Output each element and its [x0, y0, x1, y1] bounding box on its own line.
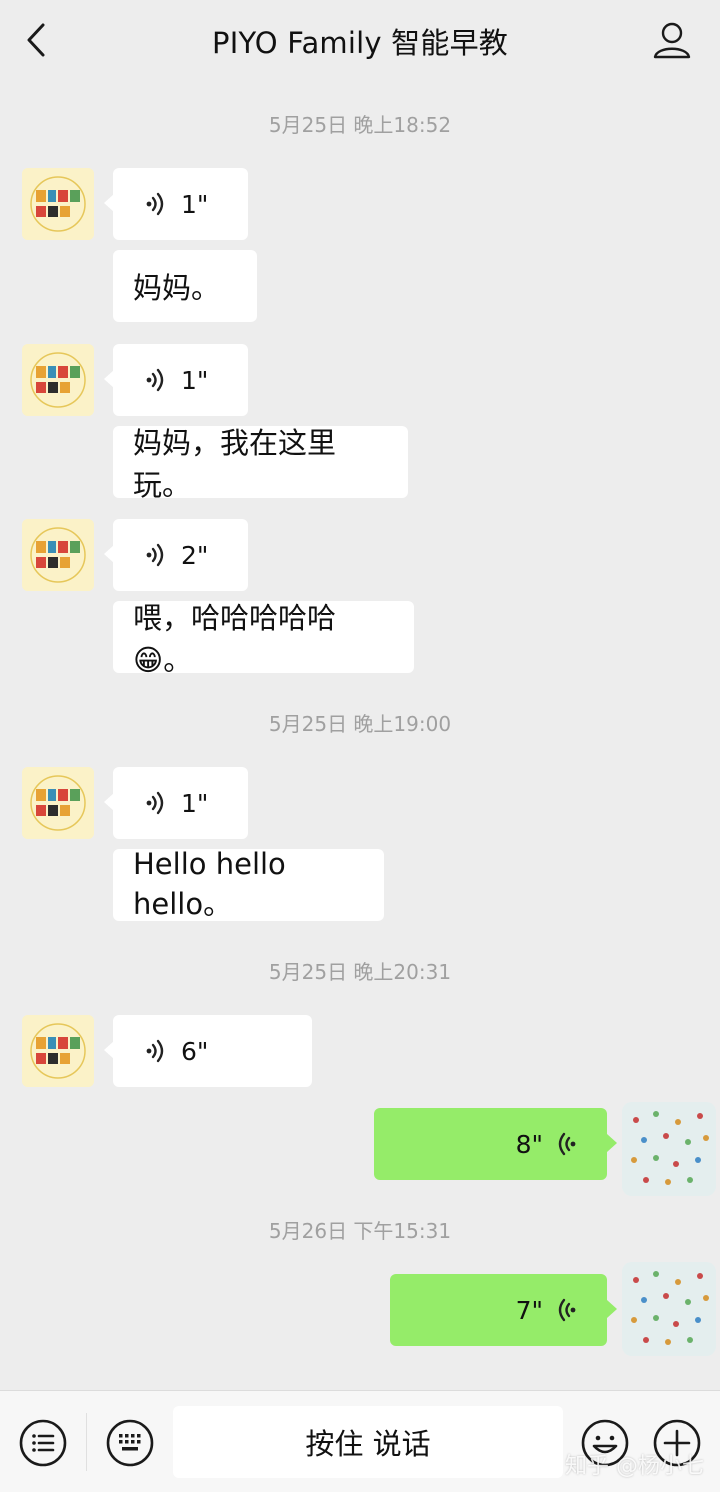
piyo-logo-icon	[22, 344, 94, 416]
list-icon	[19, 1419, 67, 1467]
timestamp: 5月25日 晚上18:52	[268, 113, 452, 137]
chat-info-button[interactable]	[650, 18, 694, 62]
voice-wave-icon	[146, 192, 164, 216]
my-avatar[interactable]	[622, 1262, 716, 1356]
keyboard-toggle-button[interactable]	[105, 1418, 155, 1468]
message-text: 妈妈，我在这里玩。	[133, 426, 337, 502]
voice-duration: 1"	[181, 788, 209, 818]
voice-wave-icon	[146, 791, 164, 815]
hold-to-talk-button[interactable]: 按住 说话	[173, 1406, 563, 1478]
chevron-left-icon	[27, 23, 45, 57]
voice-duration: 1"	[181, 189, 209, 219]
timestamp: 5月25日 晚上20:31	[268, 960, 452, 984]
voice-duration: 2"	[181, 540, 209, 570]
voice-message[interactable]: 6"	[104, 1015, 312, 1087]
message-list[interactable]: 5月25日 晚上18:52 1" 妈妈。 1" 妈妈，我在这里玩。 2" 喂，哈…	[0, 82, 720, 1390]
voice-wave-icon	[558, 1298, 576, 1322]
timestamp: 5月25日 晚上19:00	[268, 712, 452, 736]
contact-avatar[interactable]	[22, 519, 94, 591]
chat-header: PIYO Family 智能早教	[0, 0, 720, 82]
timestamp: 5月26日 下午15:31	[268, 1219, 452, 1243]
piyo-logo-icon	[22, 519, 94, 591]
piyo-logo-icon	[22, 767, 94, 839]
divider	[86, 1413, 87, 1471]
voice-wave-icon	[558, 1132, 576, 1156]
voice-message[interactable]: 1"	[104, 168, 248, 240]
voice-wave-icon	[146, 368, 164, 392]
polka-dot-avatar-icon	[622, 1262, 716, 1356]
text-message[interactable]: Hello hello hello。	[113, 847, 384, 921]
message-text: 妈妈。	[133, 271, 221, 305]
my-voice-message[interactable]: 8"	[374, 1108, 617, 1180]
voice-duration: 1"	[181, 365, 209, 395]
voice-duration: 8"	[515, 1129, 543, 1159]
my-avatar[interactable]	[622, 1102, 716, 1196]
message-text: 喂，哈哈哈哈哈😁。	[133, 601, 337, 677]
my-voice-message[interactable]: 7"	[390, 1274, 617, 1346]
voice-wave-icon	[146, 1039, 164, 1063]
message-text: Hello hello hello。	[133, 847, 286, 921]
watermark: 知乎 @杨小七	[565, 1454, 704, 1479]
contact-avatar[interactable]	[22, 344, 94, 416]
contact-avatar[interactable]	[22, 1015, 94, 1087]
contact-avatar[interactable]	[22, 168, 94, 240]
piyo-logo-icon	[22, 1015, 94, 1087]
contact-avatar[interactable]	[22, 767, 94, 839]
voice-message[interactable]: 1"	[104, 767, 248, 839]
text-message[interactable]: 妈妈，我在这里玩。	[113, 426, 408, 502]
person-icon	[653, 22, 691, 59]
voice-message[interactable]: 2"	[104, 519, 248, 591]
voice-wave-icon	[146, 543, 164, 567]
chat-title: PIYO Family 智能早教	[212, 26, 508, 60]
text-message[interactable]: 喂，哈哈哈哈哈😁。	[113, 601, 414, 677]
polka-dot-avatar-icon	[622, 1102, 716, 1196]
piyo-logo-icon	[22, 168, 94, 240]
voice-duration: 7"	[515, 1295, 543, 1325]
voice-duration: 6"	[181, 1036, 209, 1066]
text-message[interactable]: 妈妈。	[113, 250, 257, 322]
back-button[interactable]	[18, 20, 54, 60]
keyboard-icon	[106, 1419, 154, 1467]
menu-button[interactable]	[18, 1418, 68, 1468]
voice-message[interactable]: 1"	[104, 344, 248, 416]
